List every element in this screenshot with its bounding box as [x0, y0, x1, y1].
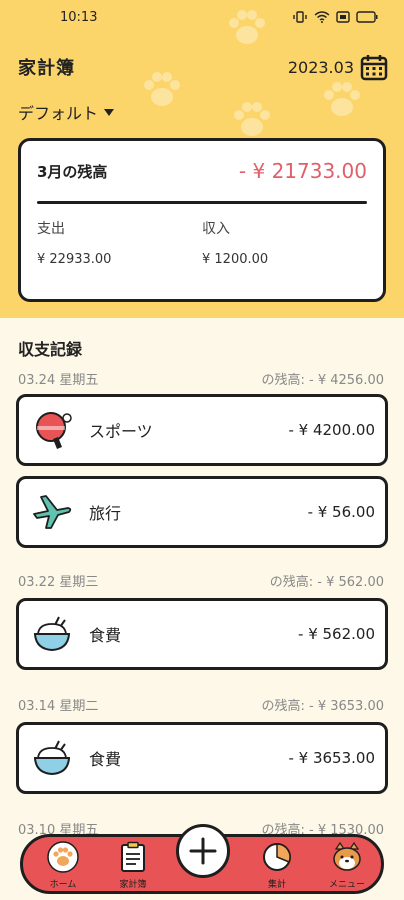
calendar-icon[interactable]: [360, 53, 388, 81]
book-selector-label[interactable]: デフォルト: [18, 100, 98, 124]
app-header: 家計簿 2023.03: [18, 50, 388, 84]
transaction-category: 食費: [89, 626, 122, 645]
day-balance: の残高: - ¥ 562.00: [269, 574, 384, 590]
day-date: 03.24 星期五: [18, 372, 99, 388]
sim-icon: [336, 11, 350, 23]
paw-icon: [47, 841, 79, 873]
wifi-icon: [314, 11, 330, 23]
battery-icon: [356, 11, 378, 23]
nav-home[interactable]: ホーム: [35, 841, 91, 893]
current-month[interactable]: 2023.03: [288, 58, 354, 77]
day-header: 03.14 星期二 の残高: - ¥ 3653.00: [18, 694, 384, 714]
transaction-row[interactable]: 食費 - ¥ 562.00: [16, 598, 388, 670]
app-title: 家計簿: [18, 58, 75, 79]
day-date: 03.22 星期三: [18, 574, 99, 590]
plus-icon: [189, 837, 217, 865]
nav-ledger[interactable]: 家計簿: [105, 841, 161, 893]
nav-ledger-label: 家計簿: [119, 880, 147, 890]
chevron-down-icon[interactable]: [104, 108, 115, 116]
shiba-dog-icon: [333, 841, 361, 871]
divider: [37, 201, 367, 204]
nav-stats-label: 集計: [267, 880, 286, 890]
status-icons: [292, 11, 378, 23]
day-balance: の残高: - ¥ 3653.00: [261, 698, 385, 714]
rice-bowl-icon: [33, 740, 71, 776]
income-label: 収入: [202, 221, 230, 237]
expense-value: ¥ 22933.00: [37, 252, 112, 267]
day-date: 03.14 星期二: [18, 698, 99, 714]
transaction-category: スポーツ: [89, 422, 153, 441]
add-record-button[interactable]: [176, 824, 230, 878]
day-header: 03.22 星期三 の残高: - ¥ 562.00: [18, 570, 384, 590]
transaction-row[interactable]: 旅行 - ¥ 56.00: [16, 476, 388, 548]
airplane-icon: [33, 495, 72, 529]
transaction-amount: - ¥ 3653.00: [288, 749, 375, 767]
transaction-row[interactable]: 食費 - ¥ 3653.00: [16, 722, 388, 794]
day-header: 03.24 星期五 の残高: - ¥ 4256.00: [18, 368, 384, 388]
ping-pong-icon: [36, 412, 72, 449]
income-value: ¥ 1200.00: [202, 252, 269, 267]
status-time: 10:13: [60, 9, 98, 25]
paw-print-decoration: [234, 102, 270, 136]
expense-label: 支出: [37, 221, 65, 237]
records-title: 収支記録: [18, 340, 83, 359]
vibrate-icon: [293, 11, 307, 23]
clipboard-icon: [121, 841, 145, 872]
expense-summary: 支出 ¥ 22933.00: [37, 218, 202, 267]
nav-menu[interactable]: メニュー: [319, 841, 375, 893]
transaction-amount: - ¥ 562.00: [298, 625, 375, 643]
balance-card: 3月の残高 - ¥ 21733.00 支出 ¥ 22933.00 収入 ¥ 12…: [18, 138, 386, 302]
book-selector[interactable]: デフォルト: [18, 100, 115, 124]
income-summary: 収入 ¥ 1200.00: [202, 218, 367, 267]
nav-menu-label: メニュー: [328, 880, 365, 890]
nav-stats[interactable]: 集計: [249, 841, 305, 893]
day-balance: の残高: - ¥ 4256.00: [261, 372, 385, 388]
balance-label: 3月の残高: [37, 162, 108, 181]
transaction-category: 食費: [89, 750, 122, 769]
pie-chart-icon: [263, 843, 291, 871]
status-bar: 10:13: [0, 0, 404, 34]
nav-home-label: ホーム: [49, 880, 77, 890]
transaction-amount: - ¥ 56.00: [307, 503, 375, 521]
rice-bowl-icon: [33, 616, 71, 652]
transaction-amount: - ¥ 4200.00: [288, 421, 375, 439]
month-picker[interactable]: 2023.03: [288, 53, 388, 81]
transaction-row[interactable]: スポーツ - ¥ 4200.00: [16, 394, 388, 466]
paw-print-decoration: [324, 82, 360, 116]
balance-value: - ¥ 21733.00: [238, 159, 367, 183]
transaction-category: 旅行: [89, 504, 122, 523]
